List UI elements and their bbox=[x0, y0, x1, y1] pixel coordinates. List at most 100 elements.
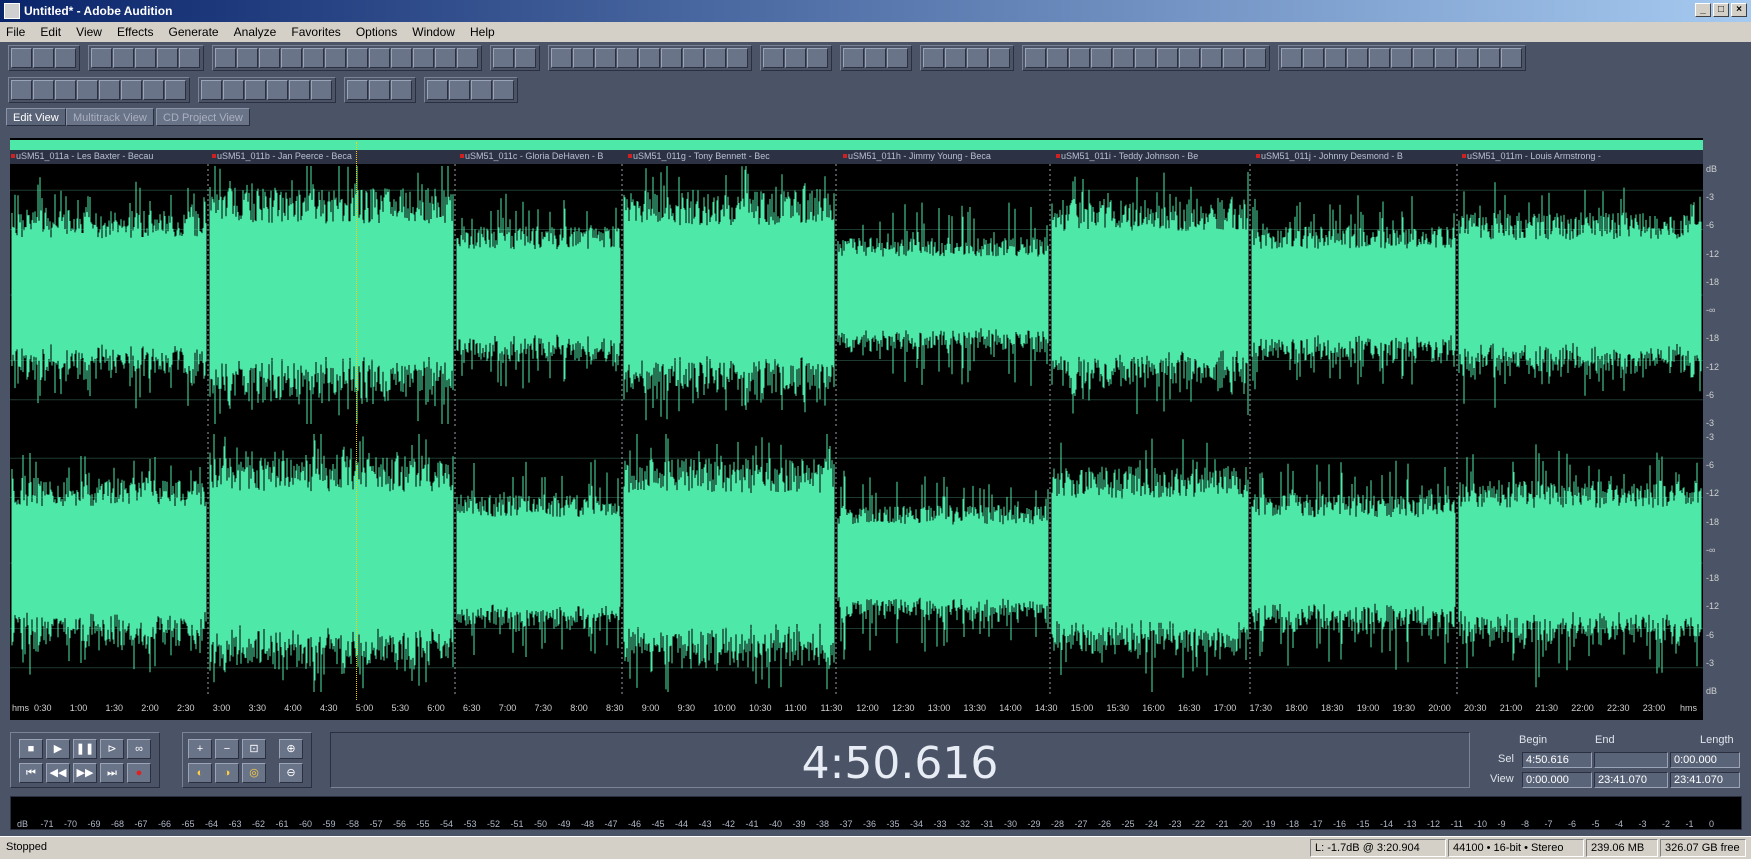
toolbar-button-icon[interactable] bbox=[1479, 48, 1500, 68]
toolbar-button-icon[interactable] bbox=[1069, 48, 1090, 68]
toolbar-button-icon[interactable] bbox=[33, 48, 54, 68]
toolbar-button-icon[interactable] bbox=[55, 48, 76, 68]
toolbar-button-icon[interactable] bbox=[413, 48, 434, 68]
play-icon[interactable]: ▶ bbox=[46, 739, 70, 759]
toolbar-button-icon[interactable] bbox=[1113, 48, 1134, 68]
marker-label[interactable]: uSM51_011j - Johnny Desmond - B bbox=[1256, 151, 1403, 161]
marker-label[interactable]: uSM51_011g - Tony Bennett - Bec bbox=[628, 151, 770, 161]
toolbar-button-icon[interactable] bbox=[121, 80, 142, 100]
overview-bar[interactable] bbox=[10, 140, 1703, 150]
toolbar-button-icon[interactable] bbox=[1325, 48, 1346, 68]
play-to-end-icon[interactable]: ⊳ bbox=[100, 739, 124, 759]
zoom-out-icon[interactable]: − bbox=[215, 739, 239, 759]
tab-multitrack-view[interactable]: Multitrack View bbox=[66, 108, 154, 126]
sel-length-field[interactable]: 0:00.000 bbox=[1670, 752, 1740, 768]
toolbar-button-icon[interactable] bbox=[1201, 48, 1222, 68]
channel-left-waveform[interactable] bbox=[10, 164, 1703, 426]
toolbar-button-icon[interactable] bbox=[427, 80, 448, 100]
toolbar-button-icon[interactable] bbox=[369, 48, 390, 68]
marker-label[interactable]: uSM51_011b - Jan Peerce - Beca bbox=[212, 151, 352, 161]
toolbar-button-icon[interactable] bbox=[967, 48, 988, 68]
maximize-icon[interactable]: □ bbox=[1713, 3, 1729, 17]
tab-cd-project-view[interactable]: CD Project View bbox=[156, 108, 250, 126]
toolbar-button-icon[interactable] bbox=[135, 48, 156, 68]
pause-icon[interactable]: ❚❚ bbox=[73, 739, 97, 759]
playhead-cursor[interactable] bbox=[356, 142, 357, 718]
menu-options[interactable]: Options bbox=[350, 22, 403, 39]
toolbar-button-icon[interactable] bbox=[865, 48, 886, 68]
toolbar-button-icon[interactable] bbox=[1223, 48, 1244, 68]
toolbar-button-icon[interactable] bbox=[1369, 48, 1390, 68]
toolbar-button-icon[interactable] bbox=[237, 48, 258, 68]
toolbar-button-icon[interactable] bbox=[245, 80, 266, 100]
zoom-in-vertical-icon[interactable]: ⊕ bbox=[279, 739, 303, 759]
toolbar-button-icon[interactable] bbox=[77, 80, 98, 100]
menu-window[interactable]: Window bbox=[406, 22, 461, 39]
toolbar-button-icon[interactable] bbox=[843, 48, 864, 68]
toolbar-button-icon[interactable] bbox=[1135, 48, 1156, 68]
toolbar-button-icon[interactable] bbox=[945, 48, 966, 68]
menu-generate[interactable]: Generate bbox=[163, 22, 225, 39]
toolbar-button-icon[interactable] bbox=[91, 48, 112, 68]
toolbar-button-icon[interactable] bbox=[617, 48, 638, 68]
toolbar-button-icon[interactable] bbox=[281, 48, 302, 68]
toolbar-button-icon[interactable] bbox=[595, 48, 616, 68]
toolbar-button-icon[interactable] bbox=[471, 80, 492, 100]
toolbar-button-icon[interactable] bbox=[179, 48, 200, 68]
menu-help[interactable]: Help bbox=[464, 22, 501, 39]
toolbar-button-icon[interactable] bbox=[325, 48, 346, 68]
toolbar-button-icon[interactable] bbox=[157, 48, 178, 68]
toolbar-button-icon[interactable] bbox=[573, 48, 594, 68]
view-length-field[interactable]: 23:41.070 bbox=[1670, 772, 1740, 788]
toolbar-button-icon[interactable] bbox=[33, 80, 54, 100]
toolbar-button-icon[interactable] bbox=[785, 48, 806, 68]
toolbar-button-icon[interactable] bbox=[11, 48, 32, 68]
stop-icon[interactable]: ■ bbox=[19, 739, 43, 759]
close-icon[interactable]: × bbox=[1731, 3, 1747, 17]
menu-file[interactable]: File bbox=[0, 22, 31, 39]
toolbar-button-icon[interactable] bbox=[763, 48, 784, 68]
sel-begin-field[interactable]: 4:50.616 bbox=[1522, 752, 1592, 768]
loop-icon[interactable]: ∞ bbox=[127, 739, 151, 759]
toolbar-button-icon[interactable] bbox=[1303, 48, 1324, 68]
toolbar-button-icon[interactable] bbox=[165, 80, 186, 100]
toolbar-button-icon[interactable] bbox=[705, 48, 726, 68]
time-ruler[interactable]: hms 0:30 1:00 1:30 2:00 2:30 3:00 3:30 4:00 4:30 5… bbox=[10, 700, 1703, 720]
toolbar-button-icon[interactable] bbox=[303, 48, 324, 68]
toolbar-button-icon[interactable] bbox=[807, 48, 828, 68]
toolbar-button-icon[interactable] bbox=[1047, 48, 1068, 68]
go-to-start-icon[interactable]: ⏮ bbox=[19, 763, 43, 783]
zoom-in-icon[interactable]: + bbox=[188, 739, 212, 759]
toolbar-button-icon[interactable] bbox=[347, 80, 368, 100]
record-icon[interactable]: ● bbox=[127, 763, 151, 783]
toolbar-button-icon[interactable] bbox=[683, 48, 704, 68]
marker-label[interactable]: uSM51_011a - Les Baxter - Becau bbox=[10, 151, 153, 161]
view-end-field[interactable]: 23:41.070 bbox=[1594, 772, 1668, 788]
zoom-out-vertical-icon[interactable]: ⊖ bbox=[279, 763, 303, 783]
toolbar-button-icon[interactable] bbox=[259, 48, 280, 68]
toolbar-button-icon[interactable] bbox=[493, 48, 514, 68]
sel-end-field[interactable] bbox=[1594, 752, 1668, 768]
toolbar-button-icon[interactable] bbox=[435, 48, 456, 68]
toolbar-button-icon[interactable] bbox=[55, 80, 76, 100]
toolbar-button-icon[interactable] bbox=[223, 80, 244, 100]
toolbar-button-icon[interactable] bbox=[267, 80, 288, 100]
toolbar-button-icon[interactable] bbox=[289, 80, 310, 100]
marker-label[interactable]: uSM51_011m - Louis Armstrong - bbox=[1462, 151, 1601, 161]
toolbar-button-icon[interactable] bbox=[923, 48, 944, 68]
toolbar-button-icon[interactable] bbox=[11, 80, 32, 100]
toolbar-button-icon[interactable] bbox=[1281, 48, 1302, 68]
tab-edit-view[interactable]: Edit View bbox=[6, 108, 66, 126]
menu-effects[interactable]: Effects bbox=[111, 22, 159, 39]
toolbar-button-icon[interactable] bbox=[1025, 48, 1046, 68]
toolbar-button-icon[interactable] bbox=[391, 48, 412, 68]
toolbar-button-icon[interactable] bbox=[1179, 48, 1200, 68]
menu-favorites[interactable]: Favorites bbox=[285, 22, 346, 39]
toolbar-button-icon[interactable] bbox=[1435, 48, 1456, 68]
toolbar-button-icon[interactable] bbox=[449, 80, 470, 100]
minimize-icon[interactable]: _ bbox=[1695, 3, 1711, 17]
toolbar-button-icon[interactable] bbox=[369, 80, 390, 100]
menu-analyze[interactable]: Analyze bbox=[228, 22, 283, 39]
toolbar-button-icon[interactable] bbox=[311, 80, 332, 100]
zoom-left-icon[interactable]: ◐ bbox=[188, 763, 212, 783]
